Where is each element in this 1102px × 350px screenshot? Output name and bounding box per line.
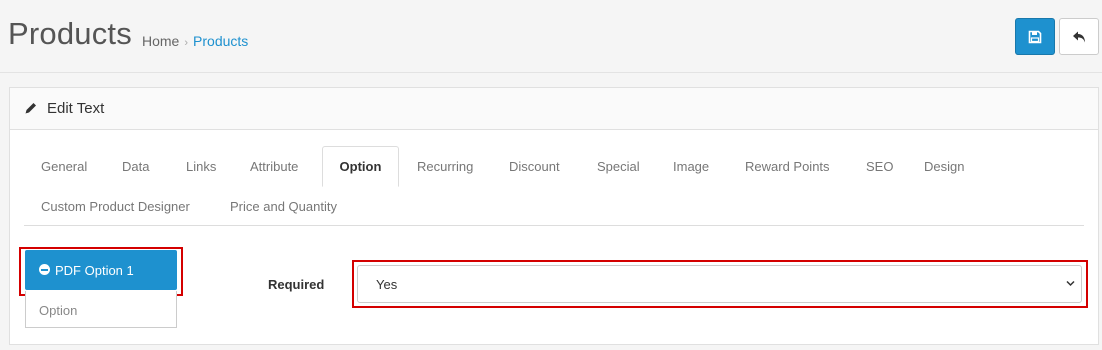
tab-general[interactable]: General <box>41 159 87 174</box>
breadcrumb: Home › Products <box>142 33 248 49</box>
highlight-box-required <box>352 260 1088 308</box>
reply-icon <box>1073 31 1085 42</box>
tab-option[interactable]: Option <box>322 146 399 187</box>
option-autocomplete-input[interactable]: Option <box>25 291 177 328</box>
tab-discount[interactable]: Discount <box>509 159 560 174</box>
page-title: Products <box>8 16 132 51</box>
floppy-disk-icon <box>1028 30 1042 43</box>
tab-custom-product-designer[interactable]: Custom Product Designer <box>41 199 190 214</box>
tab-special[interactable]: Special <box>597 159 640 174</box>
option-input-placeholder: Option <box>39 303 78 318</box>
page-header: Products Home › Products <box>0 0 1102 73</box>
tab-image[interactable]: Image <box>673 159 709 174</box>
pencil-icon <box>25 103 36 114</box>
tab-links[interactable]: Links <box>186 159 216 174</box>
required-label: Required <box>268 277 325 292</box>
highlight-box-option <box>19 247 183 296</box>
save-button[interactable] <box>1015 18 1055 55</box>
edit-panel: Edit Text General Data Links Attribute O… <box>9 87 1099 345</box>
tab-seo[interactable]: SEO <box>866 159 893 174</box>
breadcrumb-home-link[interactable]: Home <box>142 33 179 49</box>
tab-design[interactable]: Design <box>924 159 964 174</box>
tab-recurring[interactable]: Recurring <box>417 159 473 174</box>
back-button[interactable] <box>1059 18 1099 55</box>
breadcrumb-separator: › <box>184 37 189 49</box>
panel-heading: Edit Text <box>10 88 1098 130</box>
tab-data[interactable]: Data <box>122 159 149 174</box>
breadcrumb-products-link[interactable]: Products <box>193 33 248 49</box>
tab-price-and-quantity[interactable]: Price and Quantity <box>230 199 337 214</box>
tabs-divider <box>24 225 1084 226</box>
tab-attribute[interactable]: Attribute <box>250 159 298 174</box>
tab-reward-points[interactable]: Reward Points <box>745 159 830 174</box>
panel-title: Edit Text <box>47 100 105 117</box>
